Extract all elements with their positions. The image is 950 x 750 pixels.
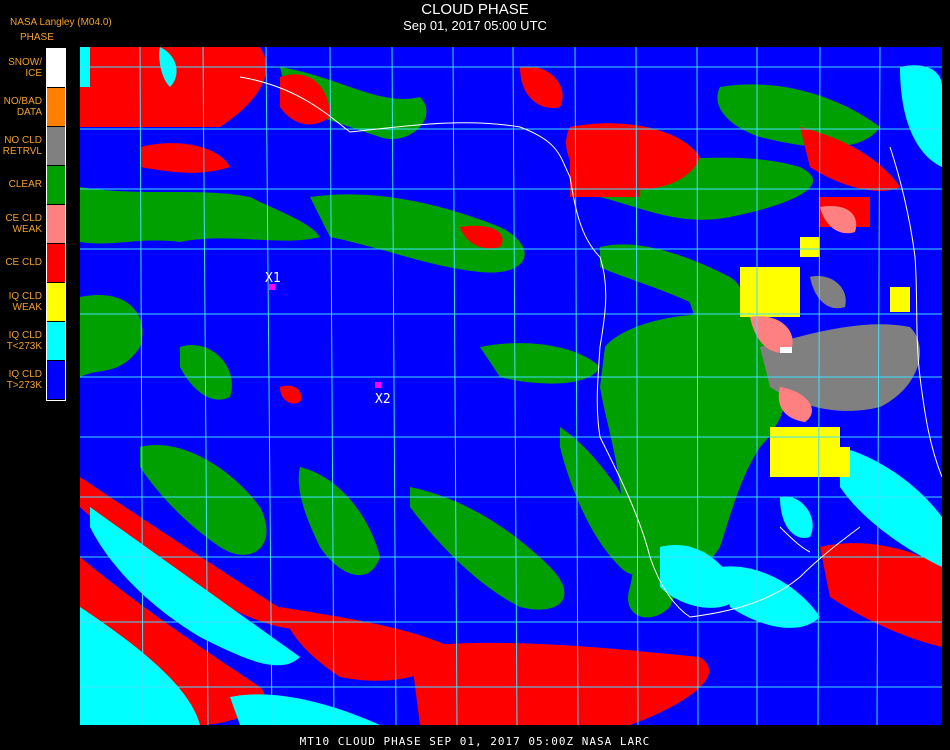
legend-label-6: IQ CLD WEAK <box>9 291 42 313</box>
legend-label-line: ICE <box>25 68 42 79</box>
legend-label-line: T<273K <box>6 341 42 352</box>
legend-swatch-4 <box>47 205 65 243</box>
map-timestamp: Sep 01, 2017 05:00 UTC <box>403 18 547 33</box>
legend-label-line: RETRVL <box>2 146 42 157</box>
legend-title: PHASE <box>20 32 54 43</box>
legend-label-line: T>273K <box>6 380 42 391</box>
legend-label-line: NO/BAD <box>3 96 42 107</box>
legend-label-0: SNOW/ICE <box>8 57 42 79</box>
legend-label-line: IQ CLD <box>8 291 42 302</box>
legend-swatch-7 <box>47 322 65 360</box>
legend-label-line: SNOW/ <box>8 57 42 68</box>
legend-swatch-0 <box>47 49 65 87</box>
legend-label-line: WEAK <box>12 224 42 235</box>
provider-label: NASA Langley (M04.0) <box>10 17 112 28</box>
marker-x1-label: X1 <box>265 271 281 286</box>
legend-label-line: CE CLD <box>5 213 42 224</box>
legend-swatch-8 <box>47 361 65 399</box>
legend-swatch-6 <box>47 283 65 321</box>
footer-caption: MT10 CLOUD PHASE SEP 01, 2017 05:00Z NAS… <box>299 735 651 748</box>
legend-label-7: IQ CLD T<273K <box>7 330 42 352</box>
legend-label-line: WEAK <box>12 302 42 313</box>
legend-label-1: NO/BAD DATA <box>4 96 42 118</box>
legend-swatch-5 <box>47 244 65 282</box>
marker-x1[interactable]: X1 <box>265 271 281 290</box>
legend-label-5: CE CLD <box>5 257 42 268</box>
legend-swatch-2 <box>47 127 65 165</box>
map-title: CLOUD PHASE <box>421 1 529 18</box>
phase-legend: SNOW/ICE NO/BAD DATA NO CLD RETRVL CLEAR CE CL… <box>0 48 66 401</box>
legend-label-2: NO CLD RETRVL <box>3 135 42 157</box>
legend-label-line: IQ CLD <box>8 330 42 341</box>
legend-label-4: CE CLD WEAK <box>5 213 42 235</box>
marker-x2-label: X2 <box>375 392 391 407</box>
legend-label-line: CLEAR <box>8 179 42 190</box>
legend-label-line: NO CLD <box>4 135 42 146</box>
cloud-phase-map[interactable]: X1 X2 <box>80 47 942 725</box>
marker-x2-dot <box>375 382 381 388</box>
legend-swatch-3 <box>47 166 65 204</box>
legend-swatch-1 <box>47 88 65 126</box>
map-canvas: X1 X2 <box>80 47 942 725</box>
legend-label-line: DATA <box>16 107 42 118</box>
marker-x2[interactable]: X2 <box>375 382 391 407</box>
legend-label-3: CLEAR <box>9 179 42 190</box>
legend-label-line: IQ CLD <box>8 369 42 380</box>
legend-label-8: IQ CLD T>273K <box>7 369 42 391</box>
legend-label-line: CE CLD <box>5 257 42 268</box>
